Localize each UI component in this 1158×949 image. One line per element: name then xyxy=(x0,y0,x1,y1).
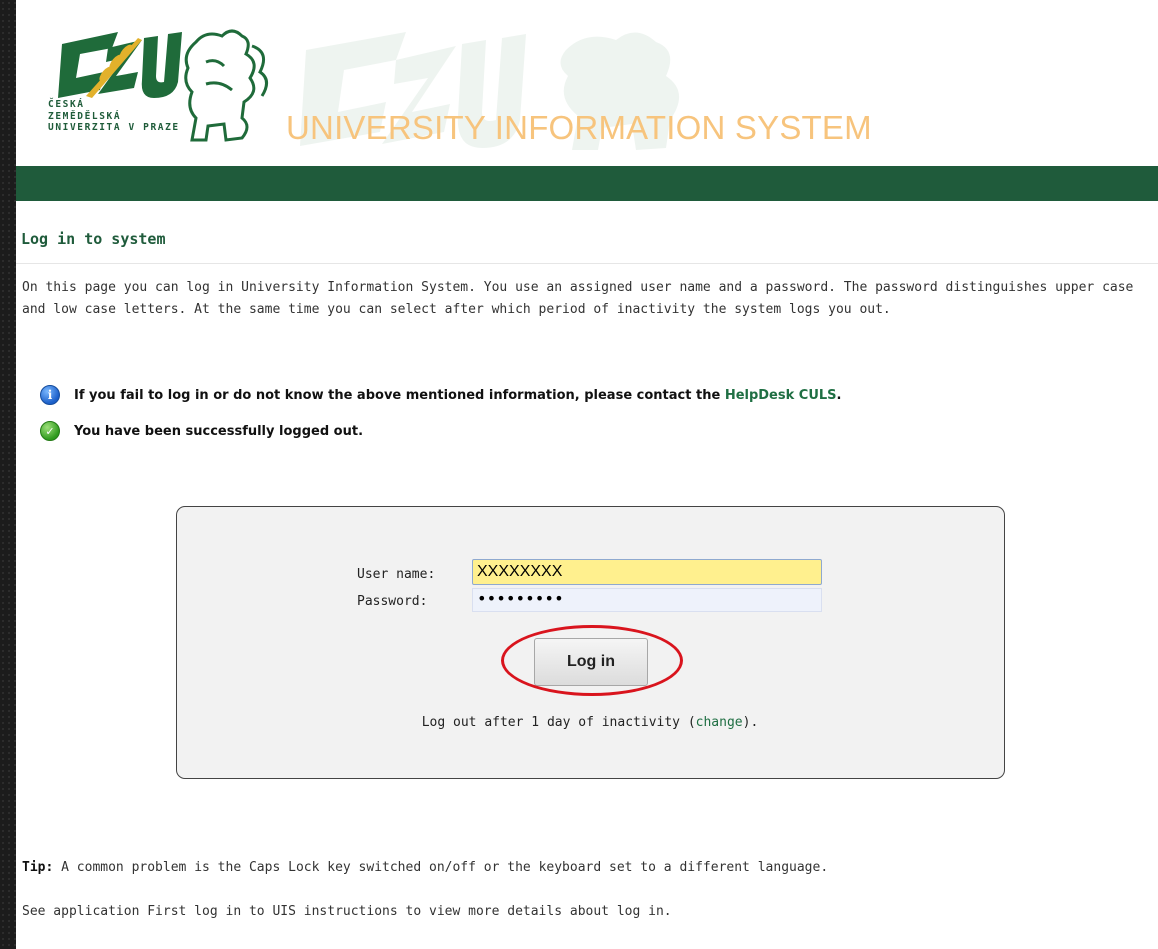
info-icon: i xyxy=(40,385,60,405)
user-name-input[interactable] xyxy=(472,559,822,585)
tip-label: Tip: xyxy=(22,860,54,875)
change-timeout-link[interactable]: change xyxy=(696,715,743,730)
login-button[interactable]: Log in xyxy=(534,638,648,686)
page: ČESKÁ ZEMĚDĚLSKÁ UNIVERZITA V PRAZE UNIV… xyxy=(16,0,1158,949)
logo-text: ČESKÁ ZEMĚDĚLSKÁ UNIVERZITA V PRAZE xyxy=(48,99,180,134)
password-input[interactable]: ••••••••• xyxy=(472,588,822,612)
info-message: i If you fail to log in or do not know t… xyxy=(40,385,841,405)
page-title: Log in to system xyxy=(21,230,166,248)
see-also-text: See application First log in to UIS inst… xyxy=(22,904,672,919)
login-form: User name: Password: ••••••••• Log in Lo… xyxy=(176,506,1005,779)
password-label: Password: xyxy=(357,594,428,609)
header: ČESKÁ ZEMĚDĚLSKÁ UNIVERZITA V PRAZE UNIV… xyxy=(16,0,1158,166)
info-text: If you fail to log in or do not know the… xyxy=(74,387,725,403)
info-text-end: . xyxy=(836,387,842,403)
divider xyxy=(16,263,1158,264)
check-icon: ✓ xyxy=(40,421,60,441)
logout-text: Log out after 1 day of inactivity ( xyxy=(421,715,696,730)
success-message-text: You have been successfully logged out. xyxy=(74,423,364,439)
logo-line: UNIVERZITA V PRAZE xyxy=(48,122,180,133)
logo-line: ČESKÁ xyxy=(48,99,85,110)
info-message-text: If you fail to log in or do not know the… xyxy=(74,388,841,403)
helpdesk-link[interactable]: HelpDesk CULS xyxy=(725,388,837,403)
logout-timeout-text: Log out after 1 day of inactivity (chang… xyxy=(177,715,1003,730)
tip-body: A common problem is the Caps Lock key sw… xyxy=(53,860,829,875)
logout-text-end: ). xyxy=(742,715,759,730)
czu-logo xyxy=(58,29,268,142)
intro-text: On this page you can log in University I… xyxy=(22,280,1134,317)
user-name-label: User name: xyxy=(357,567,436,582)
logo-line: ZEMĚDĚLSKÁ xyxy=(48,110,122,122)
nav-bar xyxy=(16,166,1158,201)
success-message: ✓ You have been successfully logged out. xyxy=(40,421,363,441)
tip-text: Tip: A common problem is the Caps Lock k… xyxy=(22,860,828,875)
system-title: UNIVERSITY INFORMATION SYSTEM xyxy=(286,109,872,146)
